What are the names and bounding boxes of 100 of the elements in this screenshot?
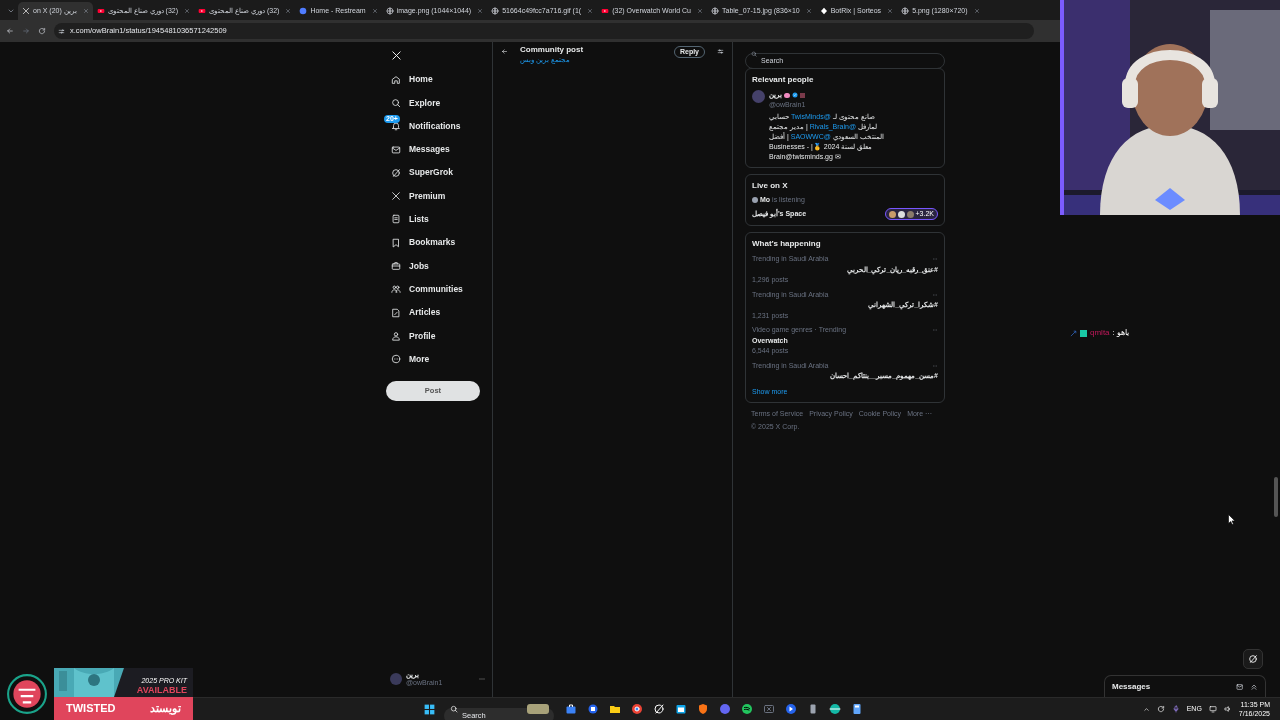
- more-icon: [932, 362, 938, 369]
- messages-drawer[interactable]: Messages: [1104, 675, 1266, 697]
- more-icon: [932, 327, 938, 334]
- circle-letter-icon: [299, 7, 308, 15]
- reload-button[interactable]: [38, 27, 46, 35]
- window-icon: [763, 703, 775, 715]
- taskbar-app-button[interactable]: [674, 702, 688, 716]
- taskbar-app-button[interactable]: [630, 702, 644, 716]
- back-button[interactable]: [6, 27, 14, 35]
- nav-item[interactable]: Messages: [386, 137, 492, 162]
- ellipsis-circle-icon: [391, 354, 401, 365]
- chevron-down-icon: [7, 7, 15, 15]
- back-arrow-icon: [501, 48, 508, 55]
- diamond-icon: [819, 7, 828, 15]
- briefcase-icon: [391, 261, 401, 271]
- shield-icon: [697, 703, 709, 715]
- person-icon: [391, 330, 401, 341]
- people-icon: [391, 284, 401, 295]
- close-icon: [82, 8, 89, 14]
- sword-icon: [1070, 329, 1077, 337]
- badge-icon: [1080, 329, 1087, 337]
- new-message-icon: [1236, 682, 1244, 691]
- site-settings-icon: [58, 27, 65, 35]
- flag-icon: [800, 92, 805, 98]
- nav-item[interactable]: More: [386, 347, 492, 371]
- back-button[interactable]: [501, 48, 508, 55]
- taskbar-app-button[interactable]: [586, 702, 600, 716]
- more-icon: [932, 291, 938, 298]
- close-icon: [285, 8, 292, 14]
- globe-icon: [385, 7, 394, 15]
- close-icon: [587, 8, 594, 14]
- chat-message: : ياهو: [1112, 327, 1129, 339]
- folder-icon: [609, 703, 621, 715]
- nav-item[interactable]: Jobs: [386, 254, 492, 278]
- forward-arrow-icon: [22, 27, 30, 35]
- close-icon: [371, 8, 378, 14]
- play-icon: [96, 7, 105, 15]
- more-icon: [932, 256, 938, 263]
- nav-item[interactable]: Explore: [386, 91, 492, 115]
- back-arrow-icon: [6, 27, 14, 35]
- nav-item[interactable]: SuperGrok: [386, 161, 492, 185]
- card-heading: Live on X: [752, 179, 789, 192]
- search-icon: [391, 97, 401, 108]
- store-icon: [565, 703, 577, 715]
- sliders-icon: [717, 48, 724, 55]
- nav-item[interactable]: Articles: [386, 300, 492, 325]
- round-app-icon: [741, 703, 753, 715]
- double-chevron-up-icon: [1250, 682, 1258, 691]
- nav-item[interactable]: Communities: [386, 277, 492, 301]
- avatar: [752, 90, 765, 103]
- taskbar-app-button[interactable]: [828, 702, 842, 716]
- nav-item[interactable]: Premium: [386, 184, 492, 208]
- chrome-icon: [631, 703, 643, 715]
- grok-button[interactable]: [1243, 649, 1263, 669]
- play-icon: [198, 7, 207, 15]
- nav-item[interactable]: Lists: [386, 207, 492, 232]
- nav-item[interactable]: Home: [386, 68, 492, 92]
- post-title: Community post: [520, 45, 585, 55]
- x-logo-icon: [391, 49, 402, 61]
- close-icon: [184, 8, 191, 14]
- calculator-icon: [851, 703, 863, 715]
- chat-bubble-icon: [719, 703, 731, 715]
- brand-name: TWISTED: [66, 701, 116, 717]
- taskbar-app-button[interactable]: [740, 702, 754, 716]
- scrollbar-thumb[interactable]: [1274, 477, 1278, 517]
- slashed-circle-icon: [1248, 654, 1258, 664]
- team-logo-icon: [6, 673, 48, 715]
- slashed-circle-icon: [653, 703, 665, 715]
- close-icon: [805, 8, 812, 14]
- reload-icon: [38, 27, 46, 35]
- taskbar-app-button[interactable]: [564, 702, 578, 716]
- home-icon: [391, 74, 401, 85]
- windows-logo-icon: [423, 702, 436, 716]
- avatar: [752, 196, 758, 203]
- brand-name: تويستد: [150, 701, 181, 717]
- globe-icon: [491, 7, 500, 15]
- envelope-icon: [391, 144, 401, 155]
- close-icon: [887, 8, 894, 14]
- taskbar-app-button[interactable]: [784, 702, 798, 716]
- close-icon: [697, 8, 703, 14]
- sync-icon: [1156, 705, 1165, 713]
- taskbar-app-button[interactable]: [652, 702, 666, 716]
- chevron-up-icon: [1142, 705, 1150, 713]
- slashed-circle-icon: [391, 167, 401, 178]
- globe-icon: [901, 7, 910, 15]
- x-logo-icon: [391, 191, 401, 202]
- microphone-icon: [1171, 705, 1180, 713]
- play-icon: [601, 7, 610, 15]
- bell-icon: [391, 121, 401, 132]
- verified-badge-icon: [792, 92, 798, 99]
- nav-item[interactable]: Bookmarks: [386, 231, 492, 255]
- emoji-icon: [784, 92, 790, 98]
- nav-item[interactable]: Profile: [386, 324, 492, 348]
- list-icon: [391, 214, 401, 225]
- network-icon: [1208, 705, 1217, 713]
- taskbar-app-button[interactable]: [696, 702, 710, 716]
- round-app-icon: [785, 703, 797, 715]
- search-icon: [751, 51, 757, 57]
- bookmark-icon: [391, 237, 401, 248]
- round-app-icon: [587, 703, 599, 715]
